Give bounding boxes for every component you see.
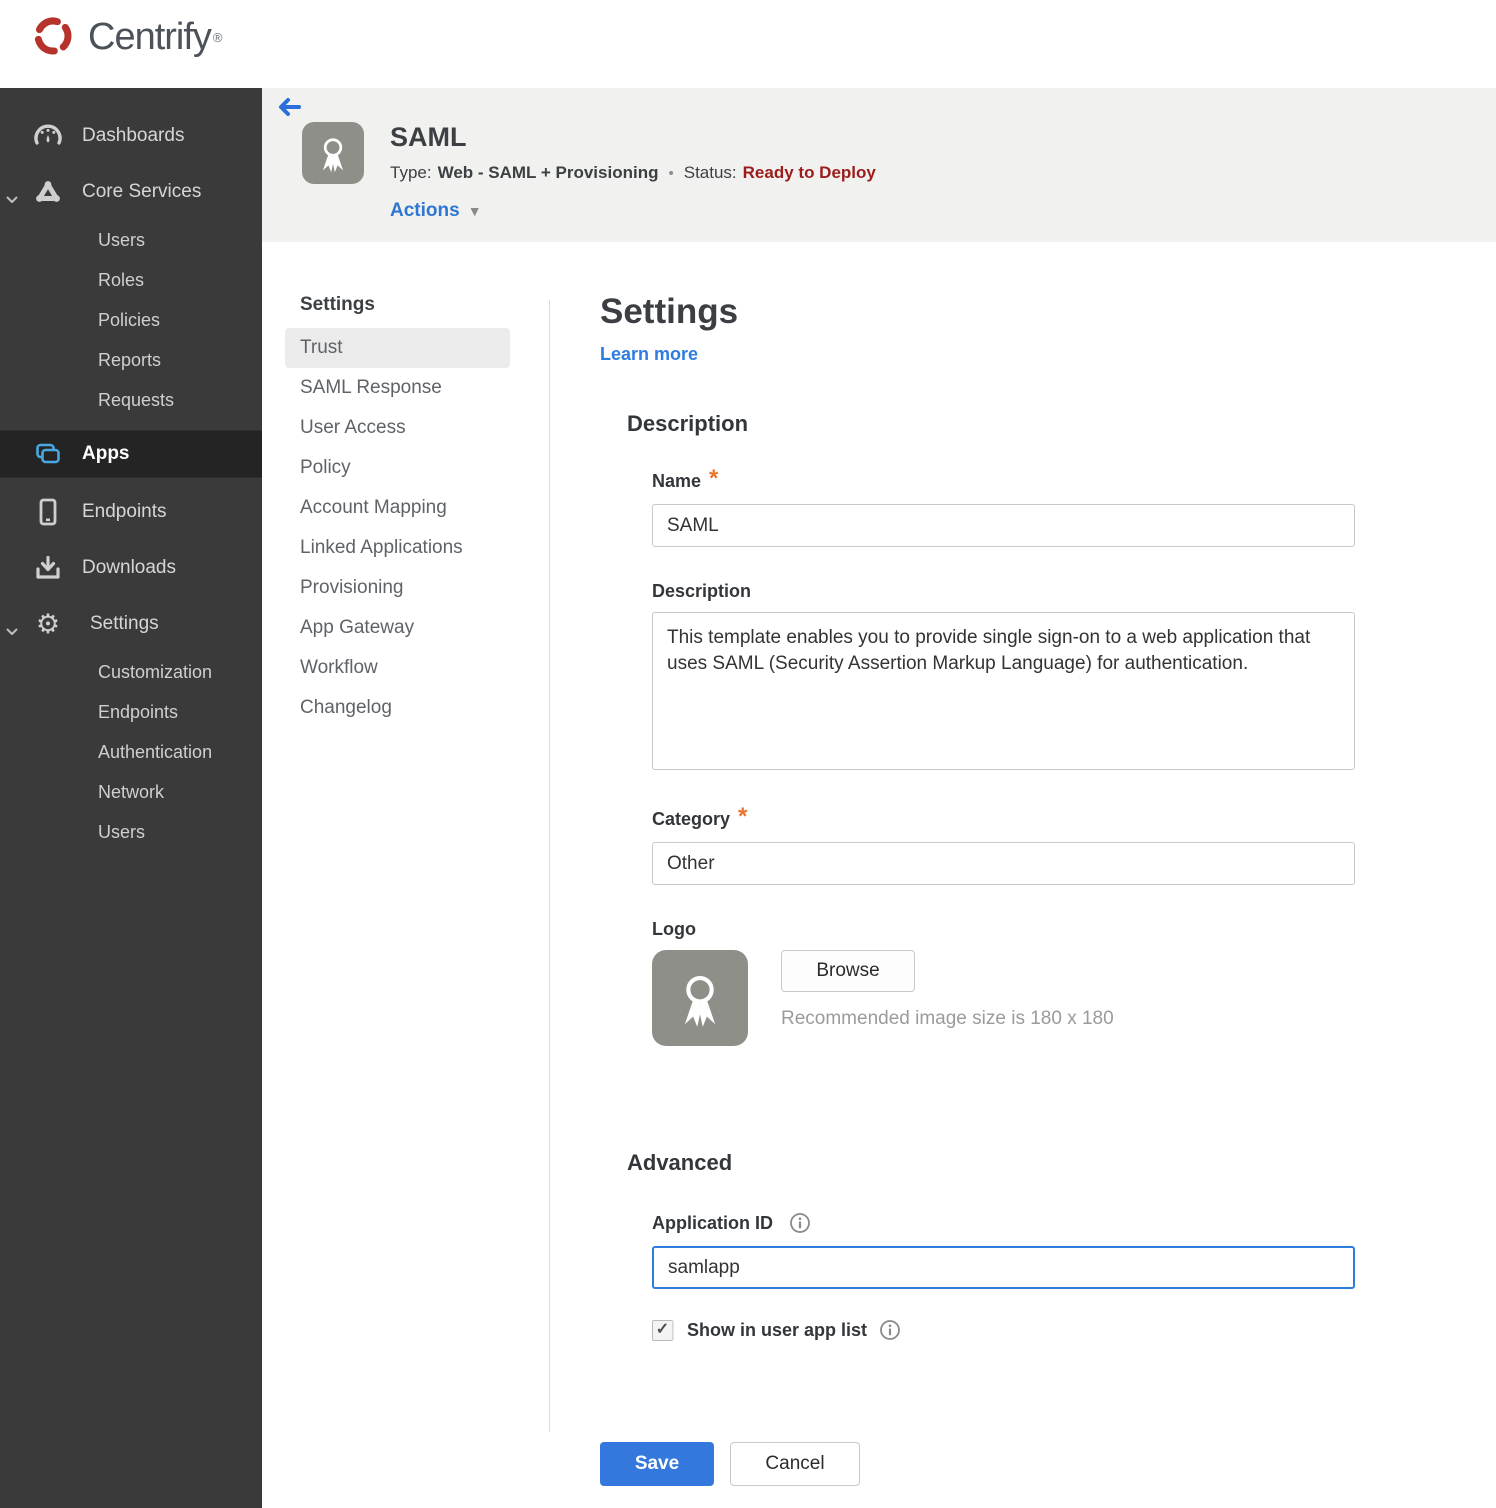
sidebar-item-label: Endpoints <box>82 501 167 522</box>
subnav-heading: Settings <box>300 294 375 315</box>
core-services-icon <box>33 179 63 205</box>
app-meta: Type: Web - SAML + Provisioning • Status… <box>390 163 876 183</box>
category-input[interactable] <box>652 842 1355 885</box>
subnav-item-linked-applications[interactable]: Linked Applications <box>285 528 510 568</box>
learn-more-link[interactable]: Learn more <box>600 344 698 365</box>
checkbox-check-icon: ✓ <box>655 1321 670 1338</box>
status-label: Status: <box>683 163 737 182</box>
brand: Centrify ® <box>28 10 223 65</box>
gear-icon: ⚙ <box>35 608 61 639</box>
show-in-user-app-list-checkbox[interactable]: ✓ <box>652 1319 673 1341</box>
name-input[interactable] <box>652 504 1355 547</box>
sidebar-item-users[interactable]: Users <box>0 220 262 260</box>
type-value: Web - SAML + Provisioning <box>437 163 659 182</box>
sidebar-item-reports[interactable]: Reports <box>0 340 262 380</box>
subnav-item-workflow[interactable]: Workflow <box>285 648 510 688</box>
sidebar-item-settings-endpoints[interactable]: Endpoints <box>0 692 262 732</box>
info-icon[interactable] <box>879 1319 901 1341</box>
subnav-item-provisioning[interactable]: Provisioning <box>285 568 510 608</box>
cancel-button[interactable]: Cancel <box>730 1442 860 1486</box>
meta-separator: • <box>668 164 674 182</box>
sidebar-item-core-services[interactable]: Core Services <box>0 164 262 220</box>
sidebar-item-settings[interactable]: ⚙ Settings <box>0 596 262 652</box>
sidebar-item-requests[interactable]: Requests <box>0 380 262 420</box>
description-label: Description <box>652 581 752 601</box>
sidebar-item-label: Downloads <box>82 557 176 578</box>
vertical-divider <box>549 300 550 1432</box>
centrify-logo-icon <box>28 10 78 65</box>
settings-subnav: Settings Trust SAML Response User Access… <box>262 242 549 728</box>
type-label: Type: <box>390 163 432 182</box>
subnav-item-trust[interactable]: Trust <box>285 328 510 368</box>
actions-menu-button[interactable]: Actions ▼ <box>390 200 482 222</box>
sidebar-item-label: Dashboards <box>82 125 185 146</box>
info-icon[interactable] <box>789 1212 811 1234</box>
ribbon-icon <box>322 138 344 173</box>
app-title: SAML <box>390 122 467 152</box>
sidebar-item-label: Core Services <box>82 181 202 202</box>
form-action-buttons: Save Cancel <box>600 1442 860 1486</box>
description-section-heading: Description <box>627 411 749 436</box>
brand-name: Centrify <box>88 16 212 58</box>
description-textarea[interactable]: This template enables you to provide sin… <box>652 612 1355 770</box>
top-bar: Centrify ® <box>0 0 1496 88</box>
settings-form: Settings Learn more Description Name * D… <box>600 242 1358 1341</box>
application-id-input[interactable] <box>652 1246 1355 1289</box>
download-icon <box>33 554 63 582</box>
required-asterisk: * <box>709 465 719 492</box>
page-title: Settings <box>600 292 739 331</box>
sidebar-item-label: Settings <box>90 613 159 634</box>
logo-preview <box>652 950 748 1046</box>
back-arrow-icon[interactable] <box>276 96 302 123</box>
smartphone-icon <box>33 497 63 527</box>
apps-icon <box>33 441 63 467</box>
sidebar-item-apps[interactable]: Apps <box>0 430 262 478</box>
application-id-label: Application ID <box>652 1212 773 1233</box>
sidebar-item-authentication[interactable]: Authentication <box>0 732 262 772</box>
ribbon-icon <box>684 976 716 1027</box>
sidebar-item-policies[interactable]: Policies <box>0 300 262 340</box>
sidebar-nav: Dashboards Core Services Users Roles Pol… <box>0 88 262 1508</box>
subnav-item-policy[interactable]: Policy <box>285 448 510 488</box>
subnav-item-saml-response[interactable]: SAML Response <box>285 368 510 408</box>
subnav-item-account-mapping[interactable]: Account Mapping <box>285 488 510 528</box>
advanced-section-heading: Advanced <box>627 1150 733 1175</box>
show-in-user-app-list-label: Show in user app list <box>687 1319 868 1340</box>
category-label: Category * <box>652 803 748 830</box>
sidebar-item-network[interactable]: Network <box>0 772 262 812</box>
save-button[interactable]: Save <box>600 1442 714 1486</box>
required-asterisk: * <box>738 803 748 830</box>
logo-label: Logo <box>652 919 696 939</box>
subnav-item-app-gateway[interactable]: App Gateway <box>285 608 510 648</box>
sidebar-item-dashboards[interactable]: Dashboards <box>0 108 262 164</box>
gauge-icon <box>33 123 63 149</box>
name-label: Name * <box>652 465 719 492</box>
logo-size-hint: Recommended image size is 180 x 180 <box>781 1008 1114 1029</box>
status-value: Ready to Deploy <box>742 163 876 182</box>
sidebar-item-endpoints[interactable]: Endpoints <box>0 484 262 540</box>
sidebar-item-downloads[interactable]: Downloads <box>0 540 262 596</box>
chevron-down-icon <box>6 188 18 210</box>
app-logo <box>302 122 364 184</box>
sidebar-item-customization[interactable]: Customization <box>0 652 262 692</box>
sidebar-item-label: Apps <box>82 443 130 464</box>
app-header: SAML Type: Web - SAML + Provisioning • S… <box>262 88 1496 242</box>
registered-mark: ® <box>212 29 223 45</box>
sidebar-item-roles[interactable]: Roles <box>0 260 262 300</box>
chevron-down-icon <box>6 620 18 642</box>
caret-down-icon: ▼ <box>467 203 482 219</box>
subnav-item-user-access[interactable]: User Access <box>285 408 510 448</box>
browse-button[interactable]: Browse <box>781 950 915 992</box>
subnav-item-changelog[interactable]: Changelog <box>285 688 510 728</box>
sidebar-item-settings-users[interactable]: Users <box>0 812 262 852</box>
